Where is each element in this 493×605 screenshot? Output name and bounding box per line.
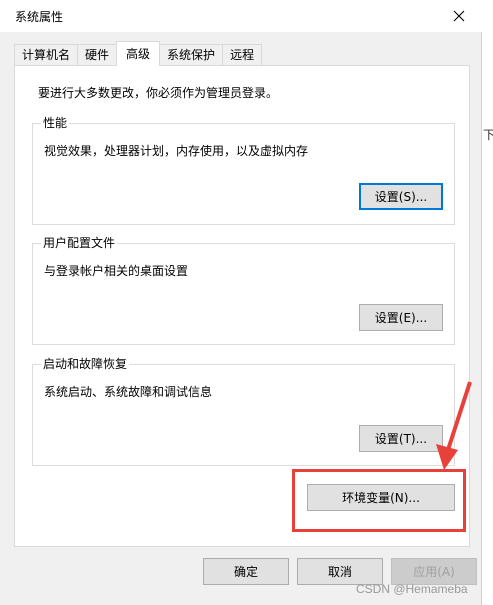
close-button[interactable] <box>436 0 482 32</box>
apply-button[interactable]: 应用(A) <box>391 558 477 585</box>
title-bar: 系统属性 <box>0 0 482 32</box>
tab-remote[interactable]: 远程 <box>222 44 263 66</box>
window-title: 系统属性 <box>15 10 64 24</box>
tab-computer-name[interactable]: 计算机名 <box>14 44 79 66</box>
performance-group: 性能 视觉效果，处理器计划，内存使用，以及虚拟内存 设置(S)... <box>32 116 455 225</box>
tab-advanced[interactable]: 高级 <box>116 41 161 66</box>
user-profiles-desc: 与登录帐户相关的桌面设置 <box>44 264 189 278</box>
annotation-arrow-icon <box>436 381 472 470</box>
close-icon <box>453 10 465 22</box>
startup-recovery-desc: 系统启动、系统故障和调试信息 <box>44 385 213 399</box>
annotation-highlight-box <box>292 469 466 532</box>
startup-recovery-group: 启动和故障恢复 系统启动、系统故障和调试信息 设置(T)... <box>32 357 455 466</box>
user-profiles-settings-button[interactable]: 设置(E)... <box>359 304 443 331</box>
startup-recovery-label: 启动和故障恢复 <box>41 357 130 371</box>
user-profiles-group: 用户配置文件 与登录帐户相关的桌面设置 设置(E)... <box>32 236 455 345</box>
ok-button[interactable]: 确定 <box>203 558 289 585</box>
user-profiles-label: 用户配置文件 <box>41 236 118 250</box>
performance-settings-button[interactable]: 设置(S)... <box>359 183 443 210</box>
performance-desc: 视觉效果，处理器计划，内存使用，以及虚拟内存 <box>44 144 309 158</box>
tab-bar: 计算机名 硬件 高级 系统保护 远程 <box>14 41 263 66</box>
tab-system-protection[interactable]: 系统保护 <box>159 44 224 66</box>
admin-notice: 要进行大多数更改，你必须作为管理员登录。 <box>38 86 279 100</box>
tab-hardware[interactable]: 硬件 <box>77 44 118 66</box>
background-window-fragment: 下 <box>483 128 493 142</box>
watermark: CSDN @Hemameba <box>356 582 468 596</box>
performance-label: 性能 <box>41 116 70 130</box>
cancel-button[interactable]: 取消 <box>297 558 383 585</box>
